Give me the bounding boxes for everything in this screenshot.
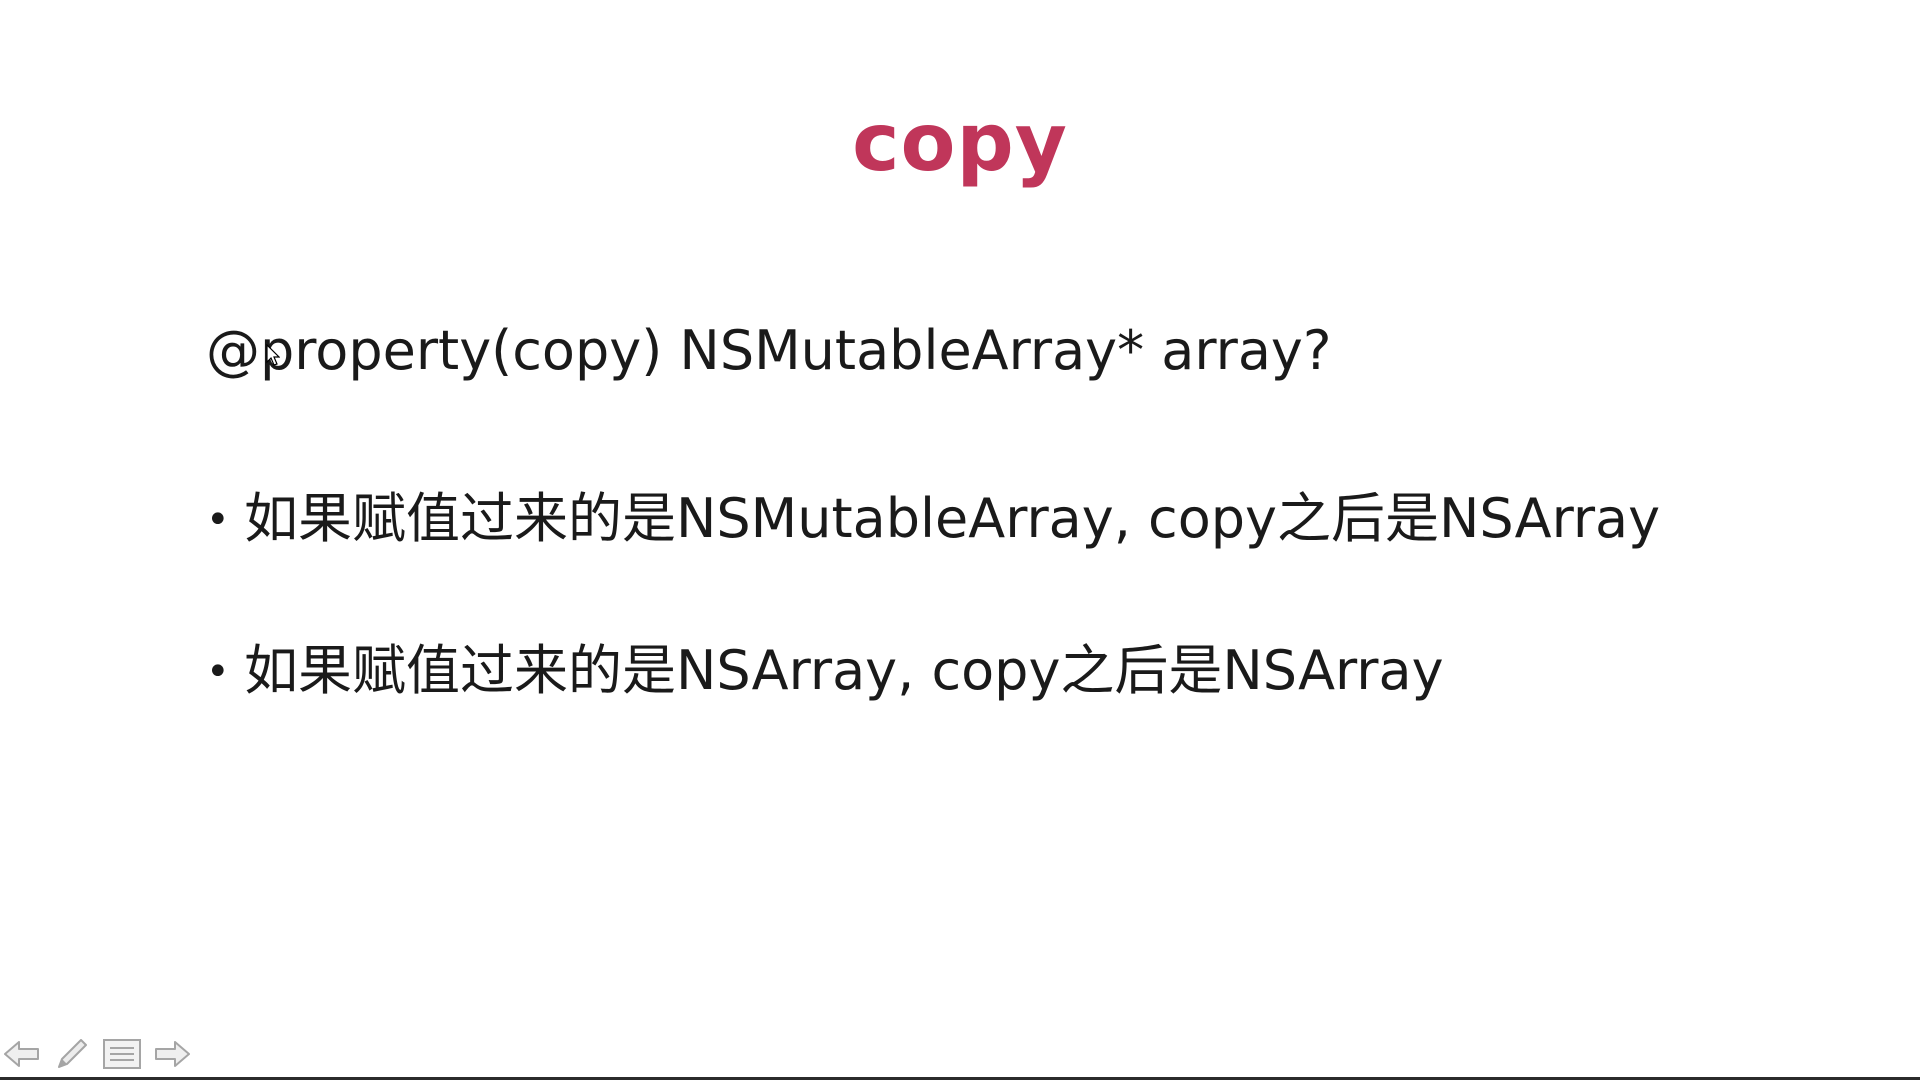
bullet-item: • 如果赋值过来的是NSMutableArray, copy之后是NSArray <box>206 484 1660 555</box>
bullet-text: 如果赋值过来的是NSArray, copy之后是NSArray <box>244 639 1444 702</box>
slideshow-toolbar <box>0 1032 192 1076</box>
pen-tool-button[interactable] <box>52 1034 92 1074</box>
next-slide-icon <box>155 1041 190 1067</box>
slide-menu-button[interactable] <box>102 1034 142 1074</box>
slide-title: copy <box>852 96 1068 189</box>
pen-icon <box>58 1039 87 1068</box>
property-declaration-line: @property(copy) NSMutableArray* array? <box>206 319 1332 382</box>
slide-menu-icon <box>103 1039 141 1069</box>
mouse-pointer-icon <box>266 344 280 366</box>
bullet-item: • 如果赋值过来的是NSArray, copy之后是NSArray <box>206 636 1444 707</box>
next-slide-button[interactable] <box>152 1034 192 1074</box>
previous-slide-icon <box>4 1041 39 1067</box>
presentation-slide: copy @property(copy) NSMutableArray* arr… <box>0 0 1920 1078</box>
previous-slide-button[interactable] <box>2 1034 42 1074</box>
bullet-dot: • <box>206 649 230 695</box>
bullet-text: 如果赋值过来的是NSMutableArray, copy之后是NSArray <box>244 487 1661 550</box>
bullet-dot: • <box>206 497 230 543</box>
